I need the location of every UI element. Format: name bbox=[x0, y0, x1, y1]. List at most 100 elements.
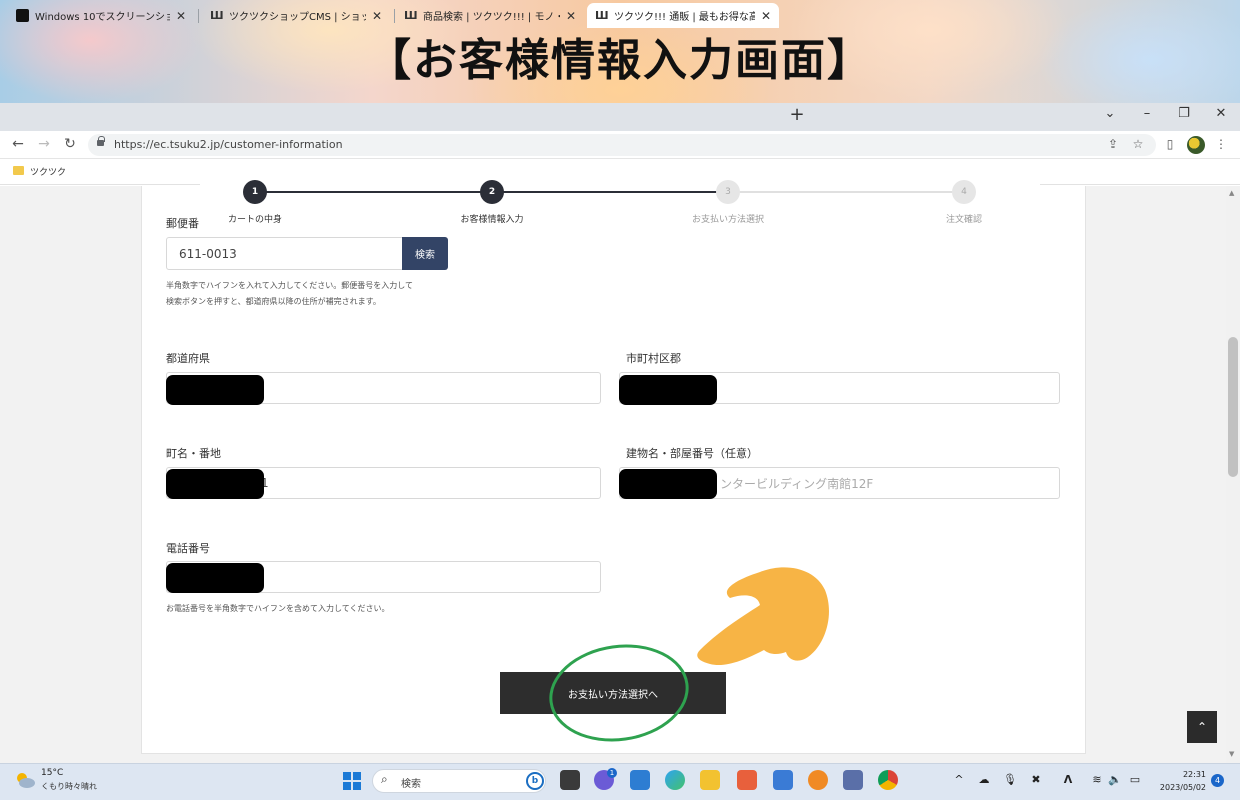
folder-icon bbox=[13, 166, 24, 175]
profile-avatar[interactable] bbox=[1187, 136, 1205, 154]
microphone-icon[interactable]: 🎙 bbox=[1003, 773, 1017, 786]
search-icon: ⌕ bbox=[381, 772, 388, 786]
back-to-top-button[interactable]: ⌃ bbox=[1187, 711, 1217, 743]
step-connector bbox=[492, 191, 728, 193]
clock-time: 22:31 bbox=[1182, 770, 1206, 779]
show-hidden-icons-icon[interactable]: ^ bbox=[952, 773, 966, 786]
postal-code-label: 郵便番 bbox=[166, 217, 199, 230]
onedrive-icon[interactable]: ☁ bbox=[977, 773, 991, 786]
building-label: 建物名・部屋番号（任意） bbox=[626, 447, 758, 460]
postal-code-input[interactable]: 611-0013 bbox=[166, 237, 404, 270]
browser-tab[interactable]: Ш 商品検索 | ツクツク!!! | モノ・コト・ゴト ✕ bbox=[396, 3, 584, 28]
site-favicon-icon bbox=[16, 9, 29, 22]
notification-badge[interactable]: 4 bbox=[1211, 774, 1224, 787]
weather-temperature: 15°C bbox=[41, 768, 64, 778]
tab-label: ツクツクショップCMS | ショップ様専用 bbox=[229, 12, 366, 23]
font-app-icon[interactable]: Λ bbox=[1061, 773, 1075, 786]
redaction-mark bbox=[166, 563, 264, 593]
close-tab-icon[interactable]: ✕ bbox=[566, 9, 576, 23]
step-4-label: 注文確認 bbox=[945, 215, 982, 225]
redaction-mark bbox=[619, 469, 717, 499]
reload-icon[interactable]: ↻ bbox=[62, 136, 78, 152]
bookmark-star-icon[interactable]: ☆ bbox=[1130, 137, 1146, 151]
step-3-label: お支払い方法選択 bbox=[691, 215, 764, 225]
step-2-dot: 2 bbox=[480, 180, 504, 204]
wifi-icon[interactable]: ≋ bbox=[1090, 773, 1104, 786]
app-icon[interactable] bbox=[808, 770, 828, 790]
city-label: 市町村区郡 bbox=[626, 352, 681, 365]
menu-icon[interactable]: ⋮ bbox=[1213, 137, 1229, 151]
redaction-mark bbox=[619, 375, 717, 405]
close-tab-icon[interactable]: ✕ bbox=[372, 9, 382, 23]
partly-cloudy-icon[interactable] bbox=[14, 771, 36, 789]
app-icon[interactable] bbox=[737, 770, 757, 790]
taskbar-clock[interactable]: 22:31 2023/05/02 bbox=[1154, 768, 1206, 794]
close-tab-icon[interactable]: ✕ bbox=[176, 9, 186, 23]
forward-icon[interactable]: → bbox=[36, 136, 52, 152]
bookmark-tsukutsuku[interactable]: ツクツク bbox=[30, 165, 66, 178]
edge-icon[interactable] bbox=[665, 770, 685, 790]
tsukutsuku-favicon-icon: Ш bbox=[404, 9, 418, 22]
redaction-mark bbox=[166, 469, 264, 499]
step-4-dot: 4 bbox=[952, 180, 976, 204]
browser-tab-bar bbox=[0, 103, 1240, 131]
volume-icon[interactable]: 🔈 bbox=[1108, 773, 1122, 786]
x-app-icon[interactable]: ✖ bbox=[1029, 773, 1043, 786]
lock-icon bbox=[97, 136, 105, 146]
close-tab-icon[interactable]: ✕ bbox=[761, 9, 771, 23]
browser-tab[interactable]: Ш ツクツクショップCMS | ショップ様専用 ✕ bbox=[202, 3, 390, 28]
scrollbar-thumb[interactable] bbox=[1228, 337, 1238, 477]
phone-label: 電話番号 bbox=[166, 542, 210, 555]
taskbar-search-box[interactable] bbox=[372, 769, 546, 793]
task-view-icon[interactable] bbox=[560, 770, 580, 790]
battery-icon[interactable]: ▭ bbox=[1128, 773, 1142, 786]
pointing-hand-icon bbox=[697, 567, 829, 666]
weather-description: くもり時々晴れ bbox=[41, 782, 97, 791]
tsukutsuku-favicon-icon: Ш bbox=[595, 9, 609, 22]
tab-search-icon[interactable]: ⌄ bbox=[1100, 106, 1120, 121]
tab-label: ツクツク!!! 通販 | 最もお得な高ポイン bbox=[614, 12, 755, 23]
chrome-icon[interactable] bbox=[878, 770, 898, 790]
browser-tab-active[interactable]: Ш ツクツク!!! 通販 | 最もお得な高ポイン ✕ bbox=[587, 3, 779, 28]
windows-start-icon[interactable] bbox=[343, 772, 361, 790]
app-icon[interactable] bbox=[843, 770, 863, 790]
windows-taskbar bbox=[0, 763, 1240, 800]
tab-label: Windows 10でスクリーンショットが保 bbox=[35, 12, 170, 23]
redaction-mark bbox=[166, 375, 264, 405]
browser-tab[interactable]: Windows 10でスクリーンショットが保 ✕ bbox=[8, 3, 194, 28]
tab-separator bbox=[394, 9, 395, 23]
chat-badge: 1 bbox=[607, 768, 617, 778]
postal-help-line-1: 半角数字でハイフンを入れて入力してください。郵便番号を入力して bbox=[166, 281, 414, 290]
share-icon[interactable]: ⇪ bbox=[1105, 137, 1121, 151]
banner-title: 【お客様情報入力画面】 bbox=[367, 35, 873, 86]
step-1-label: カートの中身 bbox=[227, 215, 282, 225]
step-1-dot: 1 bbox=[243, 180, 267, 204]
store-icon[interactable] bbox=[630, 770, 650, 790]
town-label: 町名・番地 bbox=[166, 447, 221, 460]
maximize-icon[interactable]: ❐ bbox=[1174, 106, 1194, 121]
side-panel-icon[interactable]: ▯ bbox=[1162, 137, 1178, 151]
new-tab-button[interactable]: + bbox=[788, 104, 806, 125]
scroll-down-arrow-icon[interactable]: ▼ bbox=[1229, 750, 1234, 758]
postal-help-line-2: 検索ボタンを押すと、都道府県以降の住所が補完されます。 bbox=[166, 297, 381, 306]
tab-label: 商品検索 | ツクツク!!! | モノ・コト・ゴト bbox=[423, 12, 560, 23]
close-window-icon[interactable]: ✕ bbox=[1211, 106, 1231, 121]
postal-search-button[interactable]: 検索 bbox=[402, 237, 448, 270]
photos-icon[interactable] bbox=[773, 770, 793, 790]
tab-separator bbox=[198, 9, 199, 23]
bing-icon[interactable]: b bbox=[526, 772, 544, 790]
back-icon[interactable]: ← bbox=[10, 136, 26, 152]
step-connector bbox=[728, 191, 964, 193]
tsukutsuku-favicon-icon: Ш bbox=[210, 9, 224, 22]
step-connector bbox=[255, 191, 492, 193]
clock-date: 2023/05/02 bbox=[1159, 783, 1206, 792]
scroll-up-arrow-icon[interactable]: ▲ bbox=[1229, 189, 1234, 197]
taskbar-search-label: 検索 bbox=[401, 779, 421, 790]
phone-help: お電話番号を半角数字でハイフンを含めて入力してください。 bbox=[166, 604, 390, 613]
prefecture-label: 都道府県 bbox=[166, 352, 210, 365]
minimize-icon[interactable]: – bbox=[1137, 106, 1157, 121]
step-3-dot: 3 bbox=[716, 180, 740, 204]
file-explorer-icon[interactable] bbox=[700, 770, 720, 790]
step-2-label: お客様情報入力 bbox=[460, 215, 524, 225]
url-text[interactable]: https://ec.tsuku2.jp/customer-informatio… bbox=[114, 138, 343, 151]
